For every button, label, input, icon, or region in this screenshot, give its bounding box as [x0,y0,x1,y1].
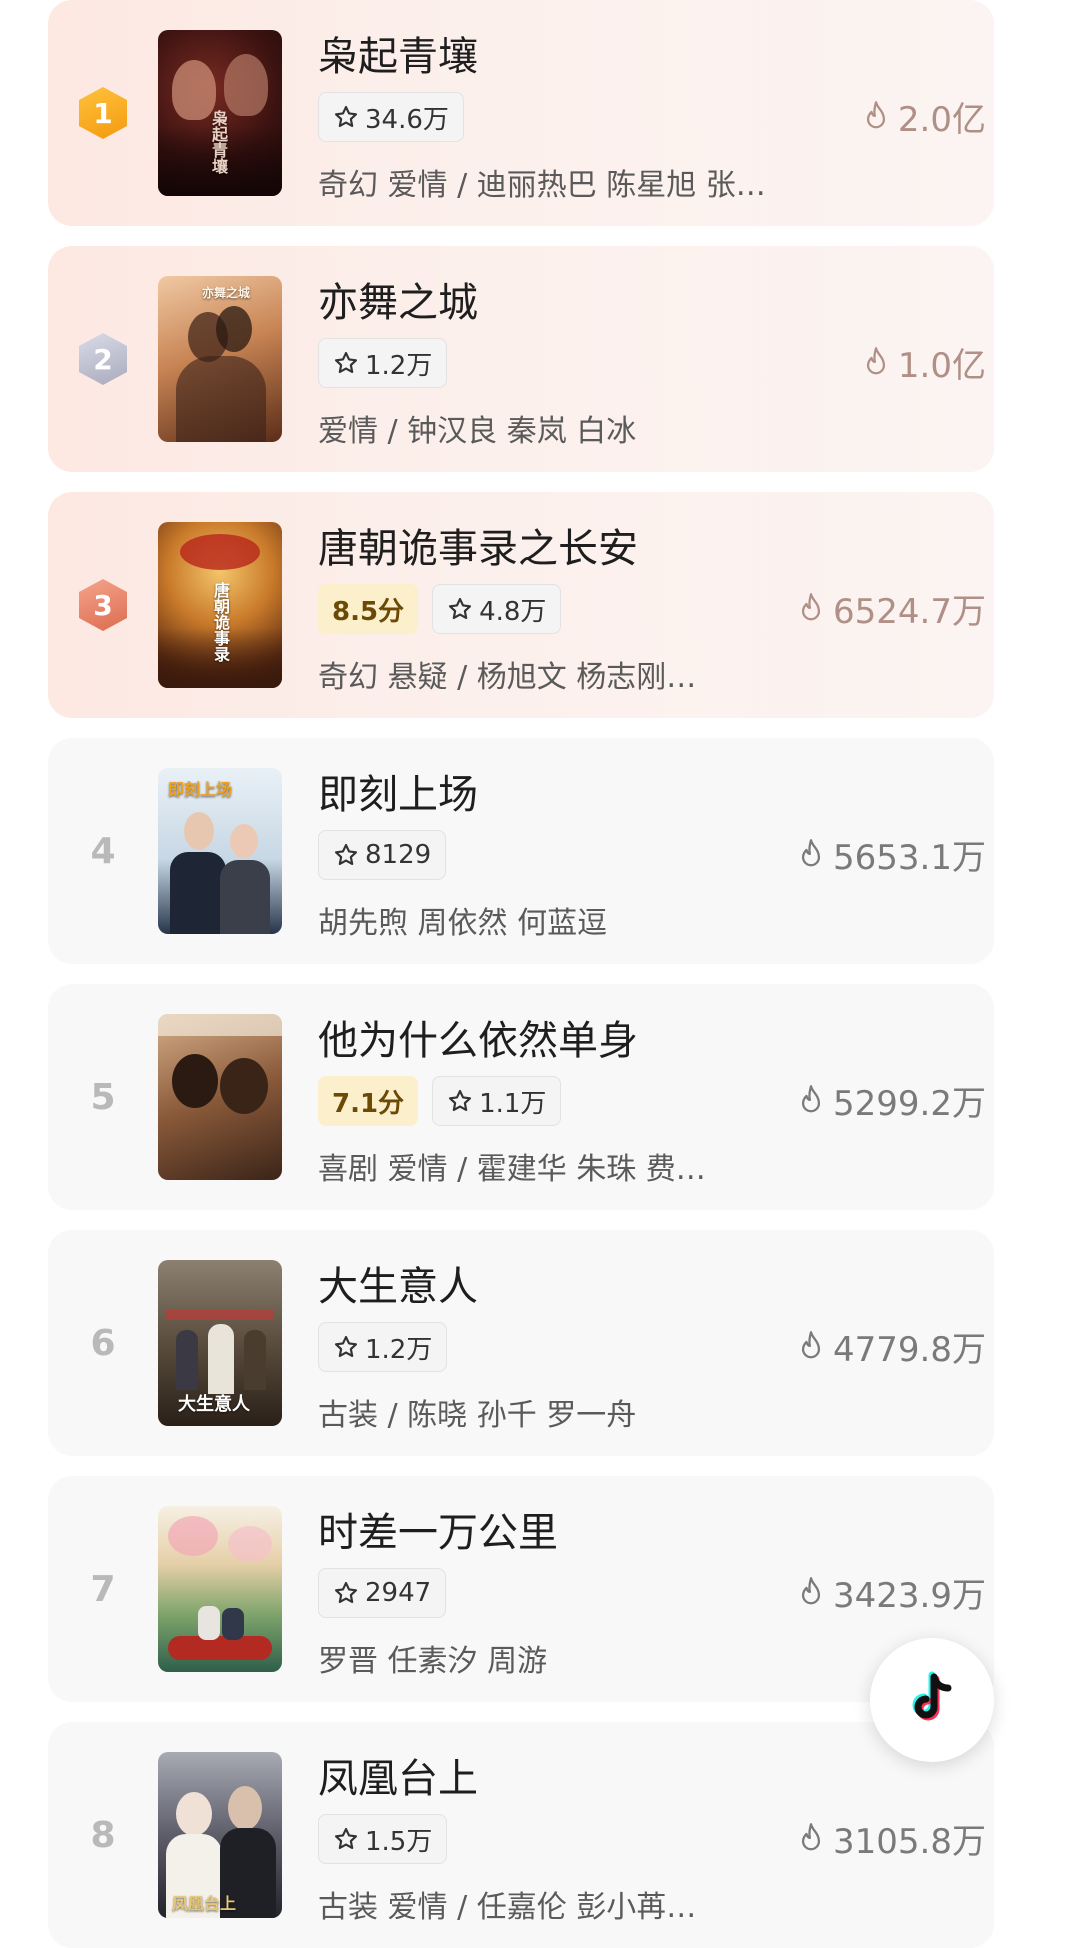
heat-value: 3423.9万 [797,1568,986,1617]
poster-image[interactable]: 唐朝诡事录 [158,522,282,688]
favorite-count[interactable]: 1.1万 [432,1076,562,1126]
heat-value: 2.0亿 [862,92,986,141]
favorite-count[interactable]: 34.6万 [318,92,464,142]
item-title[interactable]: 时差一万公里 [318,1500,558,1558]
list-item[interactable]: 1 枭起青壤 枭起青壤 34.6万 奇幻 爱情 / 迪丽热巴 陈星旭 张… 2.… [48,0,994,226]
poster-image[interactable]: 亦舞之城 [158,276,282,442]
list-item[interactable]: 4 即刻上场 即刻上场 8129 胡先煦 周依然 何蓝逗 5653.1万 [48,738,994,964]
heat-value: 4779.8万 [797,1322,986,1371]
flame-icon [866,100,885,128]
poster-image[interactable] [158,1506,282,1672]
star-icon [334,351,358,374]
flame-icon [801,1576,821,1604]
score-badge: 7.1分 [318,1076,419,1126]
item-title[interactable]: 大生意人 [318,1254,478,1312]
flame-icon [866,346,885,374]
list-item[interactable]: 8 凤凰台上 凤凰台上 1.5万 古装 爱情 / 任嘉伦 彭小苒… 3105.8… [48,1722,994,1948]
item-title[interactable]: 即刻上场 [318,762,478,820]
heat-value: 6524.7万 [797,584,986,633]
rank-badge: 1 [78,87,128,139]
poster-image[interactable]: 大生意人 [158,1260,282,1426]
item-meta: 奇幻 悬疑 / 杨旭文 杨志刚… [318,660,697,695]
flame-icon [801,592,821,620]
list-item[interactable]: 2 亦舞之城 亦舞之城 1.2万 爱情 / 钟汉良 秦岚 白冰 1.0亿 [48,246,994,472]
item-meta: 喜剧 爱情 / 霍建华 朱珠 费… [318,1152,706,1187]
item-meta: 罗晋 任素汐 周游 [318,1644,548,1679]
favorite-count[interactable]: 1.5万 [318,1814,448,1864]
star-icon [334,1581,358,1604]
flame-icon [801,1822,821,1850]
rank-number: 6 [90,1322,116,1364]
star-icon [449,597,472,620]
item-title[interactable]: 凤凰台上 [318,1746,478,1804]
star-icon [334,1827,358,1850]
list-item[interactable]: 6 大生意人 大生意人 1.2万 古装 / 陈晓 孙千 罗一舟 4779.8万 [48,1230,994,1456]
flame-icon [801,1330,821,1358]
star-icon [334,1335,358,1358]
poster-image[interactable]: 即刻上场 [158,768,282,934]
item-meta: 爱情 / 钟汉良 秦岚 白冰 [318,414,637,449]
heat-value: 5653.1万 [797,830,986,879]
heat-value: 3105.8万 [797,1814,986,1863]
rank-badge: 2 [78,333,128,385]
poster-image[interactable]: 枭起青壤 [158,30,282,196]
item-title[interactable]: 他为什么依然单身 [318,1008,638,1066]
rank-number: 7 [90,1568,116,1610]
rank-number: 8 [90,1814,116,1856]
flame-icon [801,1084,821,1112]
heat-value: 1.0亿 [862,338,986,387]
favorite-count[interactable]: 1.2万 [318,1322,448,1372]
item-title[interactable]: 枭起青壤 [318,24,478,82]
favorite-count[interactable]: 2947 [318,1568,447,1618]
flame-icon [801,838,821,866]
item-meta: 奇幻 爱情 / 迪丽热巴 陈星旭 张… [318,168,766,203]
item-meta: 古装 爱情 / 任嘉伦 彭小苒… [318,1890,697,1925]
heat-value: 5299.2万 [797,1076,986,1125]
list-item[interactable]: 7 时差一万公里 2947 罗晋 任素汐 周游 3423.9万 [48,1476,994,1702]
favorite-count[interactable]: 8129 [318,830,447,880]
star-icon [334,843,358,866]
poster-image[interactable] [158,1014,282,1180]
rank-number: 4 [90,830,116,872]
favorite-count[interactable]: 1.2万 [318,338,448,388]
rank-number: 5 [90,1076,116,1118]
list-item[interactable]: 3 唐朝诡事录 唐朝诡事录之长安 8.5分 4.8万 奇幻 悬疑 / 杨旭文 杨… [48,492,994,718]
score-badge: 8.5分 [318,584,419,634]
item-title[interactable]: 亦舞之城 [318,270,478,328]
favorite-count[interactable]: 4.8万 [432,584,562,634]
star-icon [334,105,358,128]
item-meta: 胡先煦 周依然 何蓝逗 [318,906,608,941]
item-title[interactable]: 唐朝诡事录之长安 [318,516,638,574]
list-item[interactable]: 5 他为什么依然单身 7.1分 1.1万 喜剧 爱情 / 霍建华 朱珠 费… 5… [48,984,994,1210]
tiktok-icon [912,1671,952,1721]
poster-image[interactable]: 凤凰台上 [158,1752,282,1918]
tiktok-button[interactable] [870,1638,994,1762]
star-icon [449,1089,472,1112]
rank-badge: 3 [78,579,128,631]
item-meta: 古装 / 陈晓 孙千 罗一舟 [318,1398,637,1433]
